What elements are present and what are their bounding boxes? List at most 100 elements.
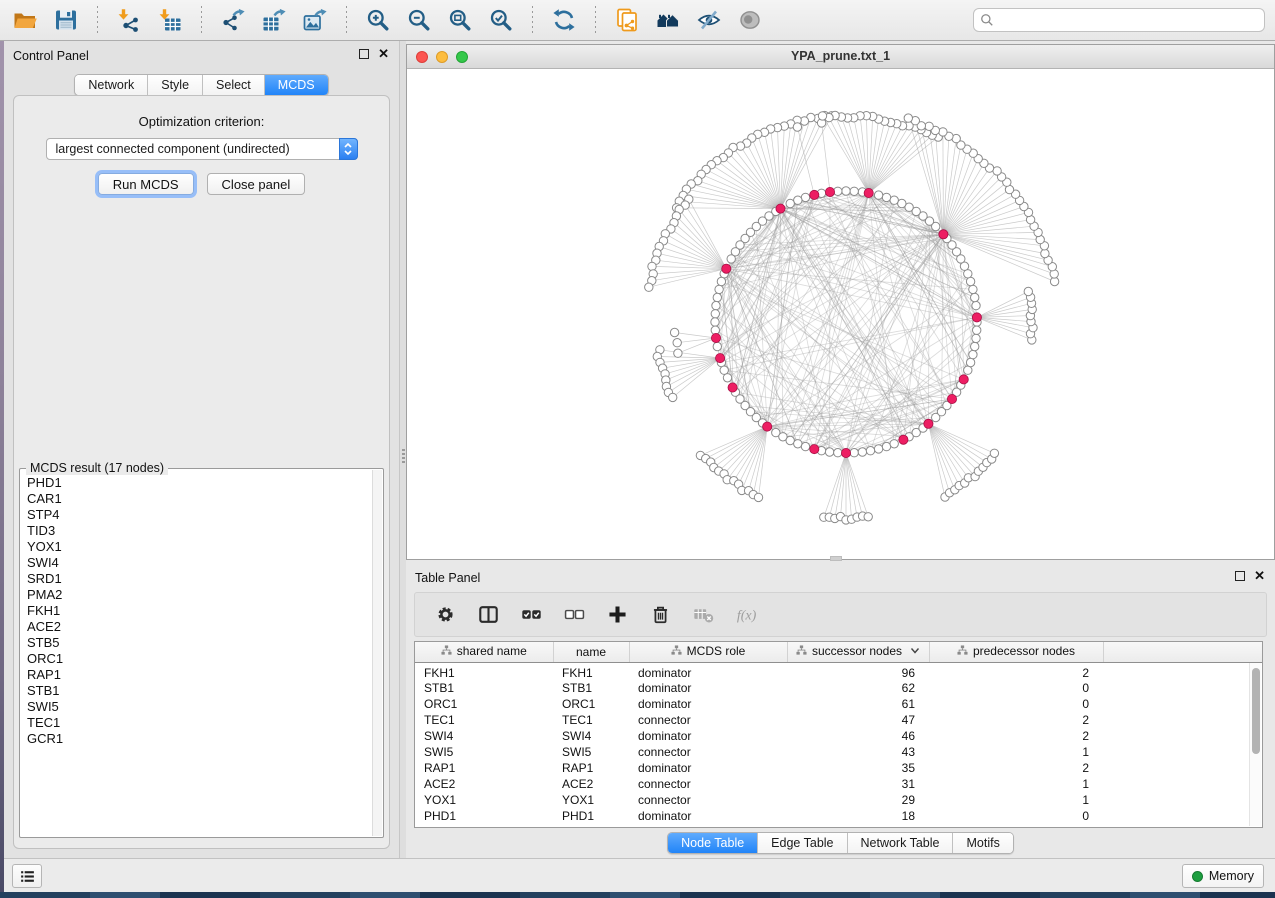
table-cell: 96 (787, 662, 929, 680)
column-header-filler (1103, 642, 1262, 662)
mcds-result-item[interactable]: GCR1 (27, 731, 372, 747)
hide-selected-button[interactable] (694, 5, 724, 35)
split-panel-button[interactable] (475, 602, 501, 628)
mcds-result-item[interactable]: YOX1 (27, 539, 372, 555)
table-row[interactable]: ACE2ACE2connector311 (415, 776, 1262, 792)
mcds-result-item[interactable]: CAR1 (27, 491, 372, 507)
search-field[interactable] (973, 8, 1265, 32)
export-image-button[interactable] (300, 5, 330, 35)
search-input[interactable] (999, 13, 1258, 27)
mcds-result-item[interactable]: TEC1 (27, 715, 372, 731)
close-panel-icon[interactable]: ✕ (378, 49, 389, 59)
table-row[interactable]: FKH1FKH1dominator962 (415, 662, 1262, 680)
criterion-select[interactable]: largest connected component (undirected) (46, 138, 358, 160)
select-all-button[interactable] (518, 602, 544, 628)
column-header-name[interactable]: name (553, 642, 629, 662)
float-panel-icon[interactable] (359, 49, 369, 59)
table-row[interactable]: STB1STB1dominator620 (415, 680, 1262, 696)
tab-motifs[interactable]: Motifs (953, 833, 1012, 853)
column-header-shared-name[interactable]: shared name (415, 642, 553, 662)
table-row[interactable]: PHD1PHD1dominator180 (415, 808, 1262, 824)
column-header-predecessor-nodes[interactable]: predecessor nodes (929, 642, 1103, 662)
mcds-result-item[interactable]: SWI4 (27, 555, 372, 571)
table-settings-button[interactable] (432, 602, 458, 628)
table-scrollbar-track[interactable] (1249, 663, 1261, 826)
save-session-button[interactable] (51, 5, 81, 35)
node-table: shared namenameMCDS rolesuccessor nodesp… (415, 642, 1262, 824)
tab-edge-table[interactable]: Edge Table (758, 833, 847, 853)
control-panel-header: Control Panel ✕ (4, 41, 399, 69)
add-column-button[interactable] (604, 602, 630, 628)
table-scrollbar-thumb[interactable] (1252, 668, 1260, 754)
mcds-result-item[interactable]: ORC1 (27, 651, 372, 667)
table-cell: 2 (929, 662, 1103, 680)
mcds-result-item[interactable]: FKH1 (27, 603, 372, 619)
import-table-button[interactable] (155, 5, 185, 35)
table-row[interactable]: YOX1YOX1connector291 (415, 792, 1262, 808)
zoom-fit-button[interactable] (445, 5, 475, 35)
import-network-button[interactable] (114, 5, 144, 35)
run-mcds-button[interactable]: Run MCDS (98, 173, 194, 195)
delete-column-button[interactable] (647, 602, 673, 628)
table-cell-filler (1103, 662, 1262, 680)
mcds-result-item[interactable]: SRD1 (27, 571, 372, 587)
tab-network[interactable]: Network (75, 75, 148, 95)
unselect-all-button[interactable] (561, 602, 587, 628)
tab-mcds[interactable]: MCDS (265, 75, 328, 95)
column-header-successor-nodes[interactable]: successor nodes (787, 642, 929, 662)
minimize-window-icon[interactable] (436, 51, 448, 63)
export-image-icon (303, 8, 327, 32)
export-network-button[interactable] (218, 5, 248, 35)
first-neighbors-button[interactable] (653, 5, 683, 35)
tab-network-table[interactable]: Network Table (848, 833, 954, 853)
table-cell: dominator (629, 696, 787, 712)
memory-button[interactable]: Memory (1182, 864, 1264, 888)
open-file-button[interactable] (10, 5, 40, 35)
horizontal-splitter-grip[interactable] (830, 556, 842, 561)
mcds-result-item[interactable]: TID3 (27, 523, 372, 539)
mcds-result-item[interactable]: STP4 (27, 507, 372, 523)
column-header-MCDS-role[interactable]: MCDS role (629, 642, 787, 662)
mcds-result-item[interactable]: SWI5 (27, 699, 372, 715)
tab-style[interactable]: Style (148, 75, 203, 95)
table-cell: dominator (629, 662, 787, 680)
control-panel-tabs: NetworkStyleSelectMCDS (74, 74, 328, 96)
refresh-button[interactable] (549, 5, 579, 35)
clone-network-button[interactable] (612, 5, 642, 35)
table-cell: 2 (929, 728, 1103, 744)
zoom-selected-button[interactable] (486, 5, 516, 35)
zoom-out-button[interactable] (404, 5, 434, 35)
network-view-titlebar[interactable]: YPA_prune.txt_1 (407, 45, 1274, 69)
add-column-icon (607, 604, 628, 625)
table-row[interactable]: TEC1TEC1connector472 (415, 712, 1262, 728)
table-row[interactable]: ORC1ORC1dominator610 (415, 696, 1262, 712)
tab-select[interactable]: Select (203, 75, 265, 95)
mcds-result-item[interactable]: RAP1 (27, 667, 372, 683)
close-panel-button[interactable]: Close panel (207, 173, 306, 195)
table-row[interactable]: RAP1RAP1dominator352 (415, 760, 1262, 776)
close-table-panel-icon[interactable]: ✕ (1254, 571, 1265, 581)
close-window-icon[interactable] (416, 51, 428, 63)
toolbar-separator (97, 6, 98, 34)
float-table-panel-icon[interactable] (1235, 571, 1245, 581)
table-cell: RAP1 (553, 760, 629, 776)
mcds-result-item[interactable]: STB1 (27, 683, 372, 699)
panel-menu-button[interactable] (12, 864, 42, 888)
mcds-list-scrollbar[interactable] (372, 470, 382, 836)
export-table-button[interactable] (259, 5, 289, 35)
mcds-result-item[interactable]: PHD1 (27, 475, 372, 491)
mcds-result-item[interactable]: STB5 (27, 635, 372, 651)
network-canvas[interactable] (407, 69, 1274, 559)
table-row[interactable]: SWI5SWI5connector431 (415, 744, 1262, 760)
show-all-button[interactable] (735, 5, 765, 35)
table-cell: 2 (929, 760, 1103, 776)
select-all-icon (521, 604, 542, 625)
table-cell: TEC1 (553, 712, 629, 728)
maximize-window-icon[interactable] (456, 51, 468, 63)
tab-node-table[interactable]: Node Table (668, 833, 758, 853)
mcds-result-item[interactable]: ACE2 (27, 619, 372, 635)
table-cell: YOX1 (553, 792, 629, 808)
table-row[interactable]: SWI4SWI4dominator462 (415, 728, 1262, 744)
zoom-in-button[interactable] (363, 5, 393, 35)
mcds-result-item[interactable]: PMA2 (27, 587, 372, 603)
